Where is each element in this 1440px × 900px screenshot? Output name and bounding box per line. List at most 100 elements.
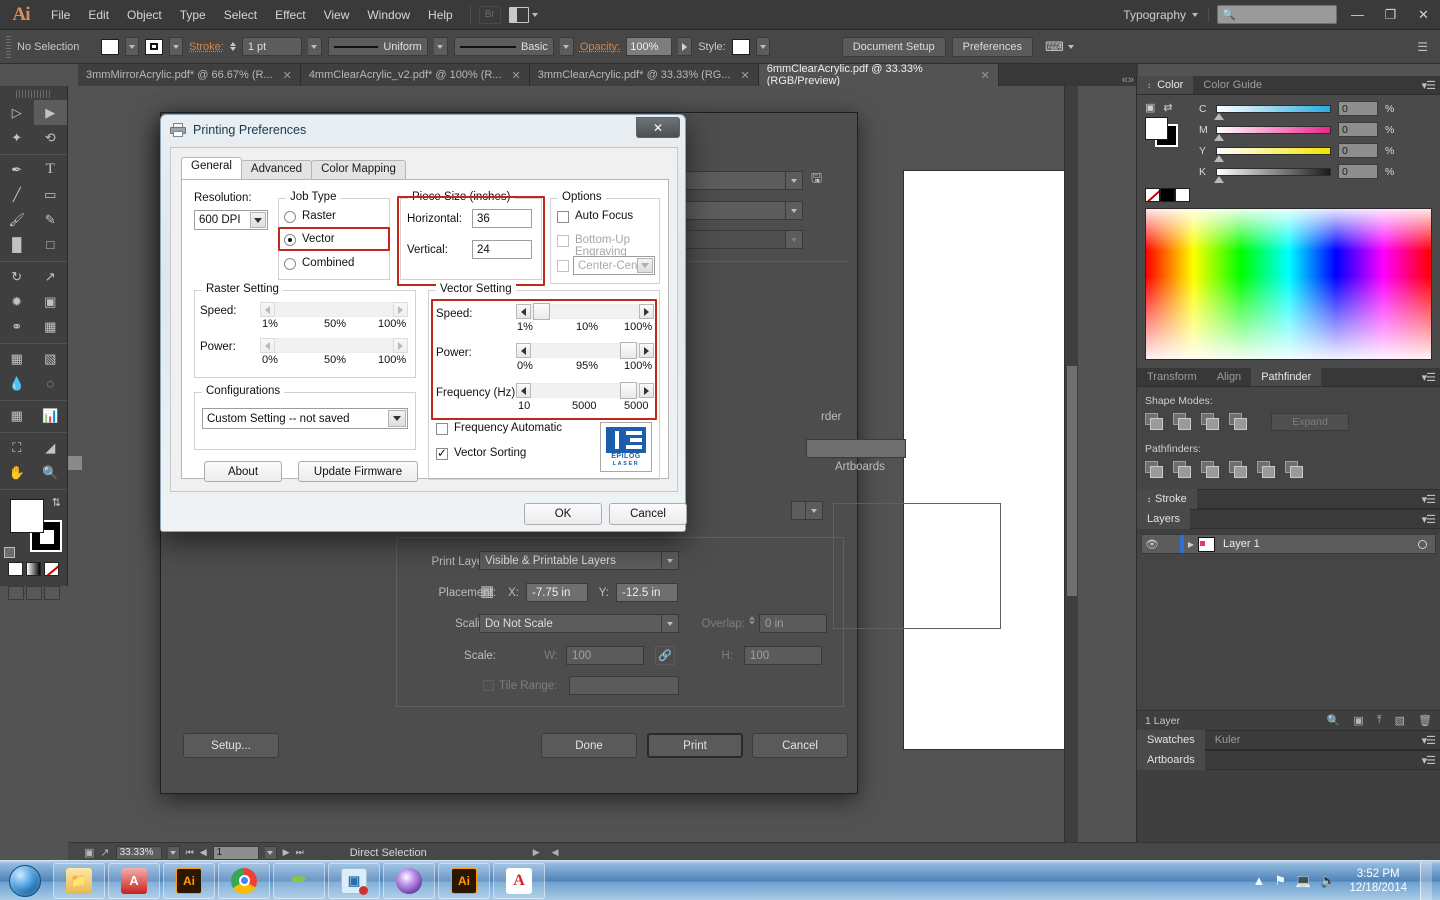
stroke-profile-dropdown-arrow[interactable] [433,37,448,56]
close-icon[interactable]: ✕ [512,69,521,82]
outline-icon[interactable] [1257,461,1276,479]
black-swatch[interactable] [1160,188,1175,202]
slider-left-arrow[interactable] [516,383,531,398]
eyedropper-tool[interactable]: 💧 [0,371,34,396]
raster-speed-slider[interactable] [260,302,408,317]
type-tool[interactable]: T [34,157,68,182]
shape-builder-tool[interactable]: ⚭ [0,314,34,339]
document-setup-button[interactable]: Document Setup [841,36,946,57]
channel-slider[interactable] [1214,146,1331,162]
minus-front-icon[interactable] [1173,413,1192,431]
stroke-weight-value[interactable]: 1 pt [241,37,302,56]
radio-raster[interactable] [284,211,296,223]
raster-power-slider[interactable] [260,338,408,353]
channel-value[interactable]: 0 [1338,122,1378,137]
taskbar-item-coreldraw[interactable]: ✒ [273,862,325,899]
stroke-panel-header[interactable]: ↕ Stroke ▾☰ [1137,489,1440,509]
rectangle-tool[interactable]: ▭ [34,182,68,207]
tab-color-guide[interactable]: Color Guide [1193,76,1272,94]
taskbar-item-windows-explorer[interactable]: 📁 [53,862,105,899]
slice-tool[interactable]: ◢ [34,435,68,460]
slider-right-arrow[interactable] [639,304,654,319]
taskbar-clock[interactable]: 3:52 PM 12/18/2014 [1345,867,1411,895]
vector-power-slider[interactable] [516,342,654,359]
create-sublayer-icon[interactable]: ⤒ [1377,714,1382,727]
start-button[interactable] [0,862,50,900]
column-graph-tool[interactable]: 📊 [34,403,68,428]
free-transform-tool[interactable]: ▣ [34,289,68,314]
help-search-input[interactable]: 🔍 [1217,5,1337,24]
arrange-documents-button[interactable] [508,6,538,23]
tab-general[interactable]: General [181,157,242,180]
tab-transform[interactable]: Transform [1137,368,1207,386]
unite-icon[interactable] [1145,413,1164,431]
window-close-button[interactable]: ✕ [1411,1,1436,29]
radio-combined[interactable] [284,258,296,270]
menu-type[interactable]: Type [171,4,215,26]
expand-button[interactable]: Expand [1271,413,1349,431]
setup-button[interactable]: Setup... [183,733,279,758]
artboards-panel-header[interactable]: Artboards ▾☰ [1137,750,1440,770]
close-icon[interactable]: ✕ [741,69,750,82]
status-menu-icon[interactable]: ▶ [533,847,540,858]
stroke-weight-stepper[interactable] [229,42,236,51]
zoom-level-input[interactable]: 33.33% [115,845,162,860]
vector-speed-slider[interactable] [516,303,654,320]
control-bar-grip[interactable] [6,35,11,58]
swatches-panel-menu-icon[interactable]: ▾☰ [1422,734,1440,747]
brush-definition-select[interactable]: Basic [453,37,554,56]
layers-panel-header[interactable]: Layers ▾☰ [1137,509,1440,529]
menu-object[interactable]: Object [118,4,171,26]
slider-right-arrow[interactable] [639,343,654,358]
default-fill-stroke-icon[interactable] [4,547,15,558]
eraser-tool[interactable]: □ [34,232,68,257]
artboard-navigation-icon[interactable]: ▣ [84,846,94,859]
intersect-icon[interactable] [1201,413,1220,431]
mesh-tool[interactable]: ▦ [0,346,34,371]
artboard-tool[interactable]: ⛶ [0,435,34,460]
control-bar-panel-menu[interactable]: ☰ [1417,40,1434,54]
symbol-sprayer-tool[interactable]: ▦ [0,403,34,428]
layer-row[interactable]: 👁 ▶ Layer 1 [1141,534,1436,554]
swatches-panel-header[interactable]: Swatches Kuler ▾☰ [1137,730,1440,750]
width-tool[interactable]: ✹ [0,289,34,314]
swap-fill-stroke-icon[interactable]: ⇅ [52,496,61,509]
channel-value[interactable]: 0 [1338,164,1378,179]
update-firmware-button[interactable]: Update Firmware [298,461,418,482]
brush-dropdown-arrow[interactable] [559,37,574,56]
crop-icon[interactable] [1229,461,1248,479]
document-tab-active[interactable]: 6mmClearAcrylic.pdf @ 33.33% (RGB/Previe… [758,63,999,87]
slider-right-arrow[interactable] [393,338,408,353]
pref-ok-button[interactable]: OK [524,503,602,525]
menu-file[interactable]: File [42,4,79,26]
magic-wand-tool[interactable]: ✦ [0,125,34,150]
taskbar-item-chrome[interactable] [218,862,270,899]
create-new-layer-icon[interactable]: ▧ [1395,714,1405,727]
fill-stroke-toggle-icon[interactable]: ▣ [1145,101,1155,114]
share-on-behance-icon[interactable]: ↗ [100,846,109,859]
tab-pathfinder[interactable]: Pathfinder [1251,368,1322,386]
save-preset-icon[interactable]: 🖫 [811,169,822,191]
hscroll-left-icon[interactable]: ◀ [552,847,559,858]
exclude-icon[interactable] [1229,413,1248,431]
eye-icon[interactable]: 👁 [1142,538,1162,551]
volume-icon[interactable]: 🔈 [1320,873,1336,889]
vector-frequency-slider[interactable] [516,382,654,399]
done-button[interactable]: Done [541,733,637,758]
divide-icon[interactable] [1145,461,1164,479]
pref-cancel-button[interactable]: Cancel [609,503,687,525]
perspective-grid-tool[interactable]: ▦ [34,314,68,339]
previous-artboard-icon[interactable]: ◀ [200,847,207,858]
color-mode-button[interactable] [8,562,23,576]
scrollbar-thumb[interactable] [1067,366,1077,596]
color-spectrum-ramp[interactable] [1145,208,1432,360]
slider-right-arrow[interactable] [639,383,654,398]
slider-left-arrow[interactable] [260,338,275,353]
chevron-right-icon[interactable]: ▶ [1184,540,1198,549]
pencil-tool[interactable]: ✎ [34,207,68,232]
fill-color-swatch[interactable] [10,499,44,533]
tools-panel-grip[interactable] [16,90,51,98]
color-panel-menu-icon[interactable]: ▾☰ [1422,79,1440,92]
first-artboard-icon[interactable]: ⏮ [186,847,194,858]
preferences-button[interactable]: Preferences [951,36,1033,57]
